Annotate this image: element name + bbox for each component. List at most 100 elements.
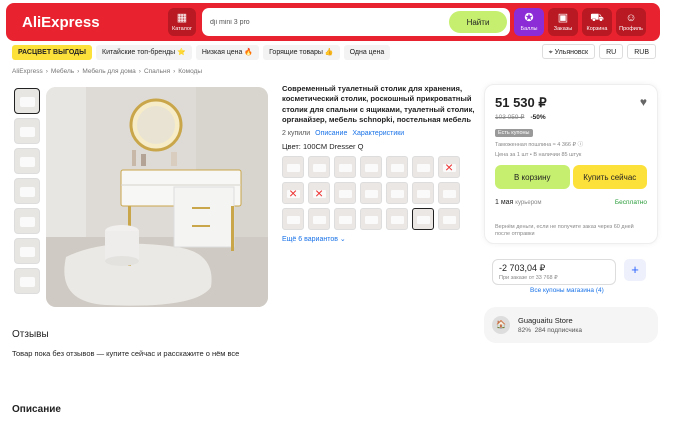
color-swatch-selected[interactable]: [412, 207, 434, 230]
cart-label: Корзина: [586, 25, 608, 32]
color-swatch[interactable]: [308, 155, 330, 178]
search-bar: Найти: [202, 8, 510, 36]
delivery-date: 1 мая: [495, 199, 514, 206]
profile-button[interactable]: ☺ Профиль: [616, 8, 646, 36]
color-swatch[interactable]: [308, 207, 330, 230]
promo-sale[interactable]: РАСЦВЕТ ВЫГОДЫ: [12, 44, 93, 60]
no-reviews-text: Товар пока без отзывов — купите сейчас и…: [12, 349, 240, 358]
delivery-cost: Бесплатно: [614, 199, 647, 206]
color-label: Цвет: 100CM Dresser Q: [282, 141, 364, 151]
crumb-furniture[interactable]: Мебель: [51, 68, 74, 75]
store-card[interactable]: 🏠 Guaguaitu Store 82% 284 подписчика: [484, 307, 658, 343]
search-input[interactable]: [210, 18, 440, 26]
thumbnail[interactable]: [14, 268, 40, 294]
orders-button[interactable]: ▣ Заказы: [548, 8, 578, 36]
product-main-image[interactable]: [46, 87, 268, 307]
color-swatch-unavailable[interactable]: [308, 181, 330, 204]
more-variants-label: Ещё 6 вариантов: [282, 235, 338, 243]
delivery-row[interactable]: 1 мая курьером Бесплатно: [495, 199, 647, 206]
catalog-label: Каталог: [172, 25, 192, 32]
color-swatch[interactable]: [412, 155, 434, 178]
thumbnail[interactable]: [14, 118, 40, 144]
catalog-button[interactable]: ▦ Каталог: [168, 8, 196, 36]
store-info: Guaguaitu Store 82% 284 подписчика: [510, 316, 582, 334]
coupon-condition: При заказе от 33 768 ₽: [499, 275, 558, 281]
specs-link[interactable]: Характеристики: [352, 130, 404, 137]
crumb-aliexpress[interactable]: AliExpress: [12, 68, 43, 75]
reviews-heading: Отзывы: [12, 329, 49, 340]
crumb-sep: ›: [77, 68, 80, 75]
duty-note: Таможенная пошлина ≈ 4 366 ₽ ⓘ: [495, 142, 647, 149]
color-swatch[interactable]: [438, 207, 460, 230]
info-icon[interactable]: ⓘ: [578, 142, 584, 148]
crumb-bedroom[interactable]: Спальня: [144, 68, 170, 75]
buy-box: 51 530 ₽ ♥ 103 059 ₽ -50% Есть купоны Там…: [484, 84, 658, 244]
promo-brands[interactable]: Китайские топ-бренды ⭐: [96, 44, 192, 60]
color-swatches: [282, 155, 482, 230]
thumbnail[interactable]: [14, 178, 40, 204]
store-rating: 82%: [518, 327, 532, 334]
aliexpress-logo[interactable]: AliExpress: [22, 14, 168, 31]
promo-one-price[interactable]: Одна цена: [343, 44, 391, 60]
currency-selector[interactable]: RUB: [627, 44, 656, 59]
coupon-value: -2 703,04 ₽: [499, 263, 546, 273]
current-price: 51 530 ₽: [495, 95, 547, 110]
box-icon: ▣: [557, 11, 569, 24]
description-link[interactable]: Описание: [315, 130, 347, 137]
thumbnail[interactable]: [14, 208, 40, 234]
points-button[interactable]: ✪ Баллы: [514, 8, 544, 36]
smile-icon: ☺: [625, 11, 637, 24]
promo-low-price[interactable]: Низкая цена 🔥: [195, 44, 260, 60]
color-swatch[interactable]: [386, 181, 408, 204]
thumbnail[interactable]: [14, 148, 40, 174]
language-selector[interactable]: RU: [599, 44, 624, 59]
search-button[interactable]: Найти: [449, 11, 507, 33]
color-swatch[interactable]: [282, 155, 304, 178]
grid-icon: ▦: [176, 11, 188, 24]
purchase-buttons: В корзину Купить сейчас: [495, 165, 647, 189]
points-label: Баллы: [520, 25, 538, 32]
coins-icon: ✪: [524, 11, 534, 24]
thumbnail[interactable]: [14, 88, 40, 114]
product-title: Современный туалетный столик для хранени…: [282, 84, 475, 125]
color-swatch[interactable]: [334, 155, 356, 178]
dressing-table-illustration: [46, 87, 268, 307]
add-coupon-button[interactable]: +: [624, 259, 646, 281]
color-swatch[interactable]: [438, 181, 460, 204]
duty-text: Таможенная пошлина ≈ 4 366 ₽: [495, 142, 577, 148]
color-swatch-unavailable[interactable]: [438, 155, 460, 178]
promo-hot[interactable]: Горящие товары 👍: [263, 44, 340, 60]
buy-now-button[interactable]: Купить сейчас: [572, 165, 647, 189]
coupon-box[interactable]: -2 703,04 ₽ При заказе от 33 768 ₽: [492, 259, 616, 285]
heart-icon[interactable]: ♥: [640, 95, 647, 109]
store-name[interactable]: Guaguaitu Store: [518, 316, 582, 325]
refund-note: Вернём деньги, если не получите заказ че…: [495, 224, 634, 237]
color-swatch[interactable]: [334, 181, 356, 204]
all-coupons-link[interactable]: Все купоны магазина (4): [530, 287, 604, 294]
color-swatch[interactable]: [386, 155, 408, 178]
color-swatch[interactable]: [360, 155, 382, 178]
color-swatch[interactable]: [360, 207, 382, 230]
thumbnail[interactable]: [14, 238, 40, 264]
color-swatch[interactable]: [412, 181, 434, 204]
color-swatch[interactable]: [360, 181, 382, 204]
location-selector[interactable]: ⌖ Ульяновск: [541, 44, 596, 59]
crumb-sep: ›: [45, 68, 48, 75]
crumb-sep: ›: [138, 68, 141, 75]
purchases-count: 2 купили: [282, 129, 311, 137]
cart-icon: ⛟: [590, 11, 604, 24]
cart-button[interactable]: ⛟ Корзина: [582, 8, 612, 36]
store-stats: 82% 284 подписчика: [518, 327, 582, 334]
crumb-sep: ›: [173, 68, 176, 75]
add-to-cart-button[interactable]: В корзину: [495, 165, 570, 189]
color-swatch[interactable]: [282, 207, 304, 230]
delivery-type: курьером: [515, 200, 542, 206]
crumb-dressers[interactable]: Комоды: [178, 68, 202, 75]
crumb-home-furniture[interactable]: Мебель для дома: [82, 68, 135, 75]
more-variants-link[interactable]: Ещё 6 вариантов ⌄: [282, 235, 482, 243]
description-heading: Описание: [12, 404, 61, 415]
store-subscribers: 284 подписчика: [534, 327, 583, 334]
color-swatch-unavailable[interactable]: [282, 181, 304, 204]
color-swatch[interactable]: [386, 207, 408, 230]
color-swatch[interactable]: [334, 207, 356, 230]
